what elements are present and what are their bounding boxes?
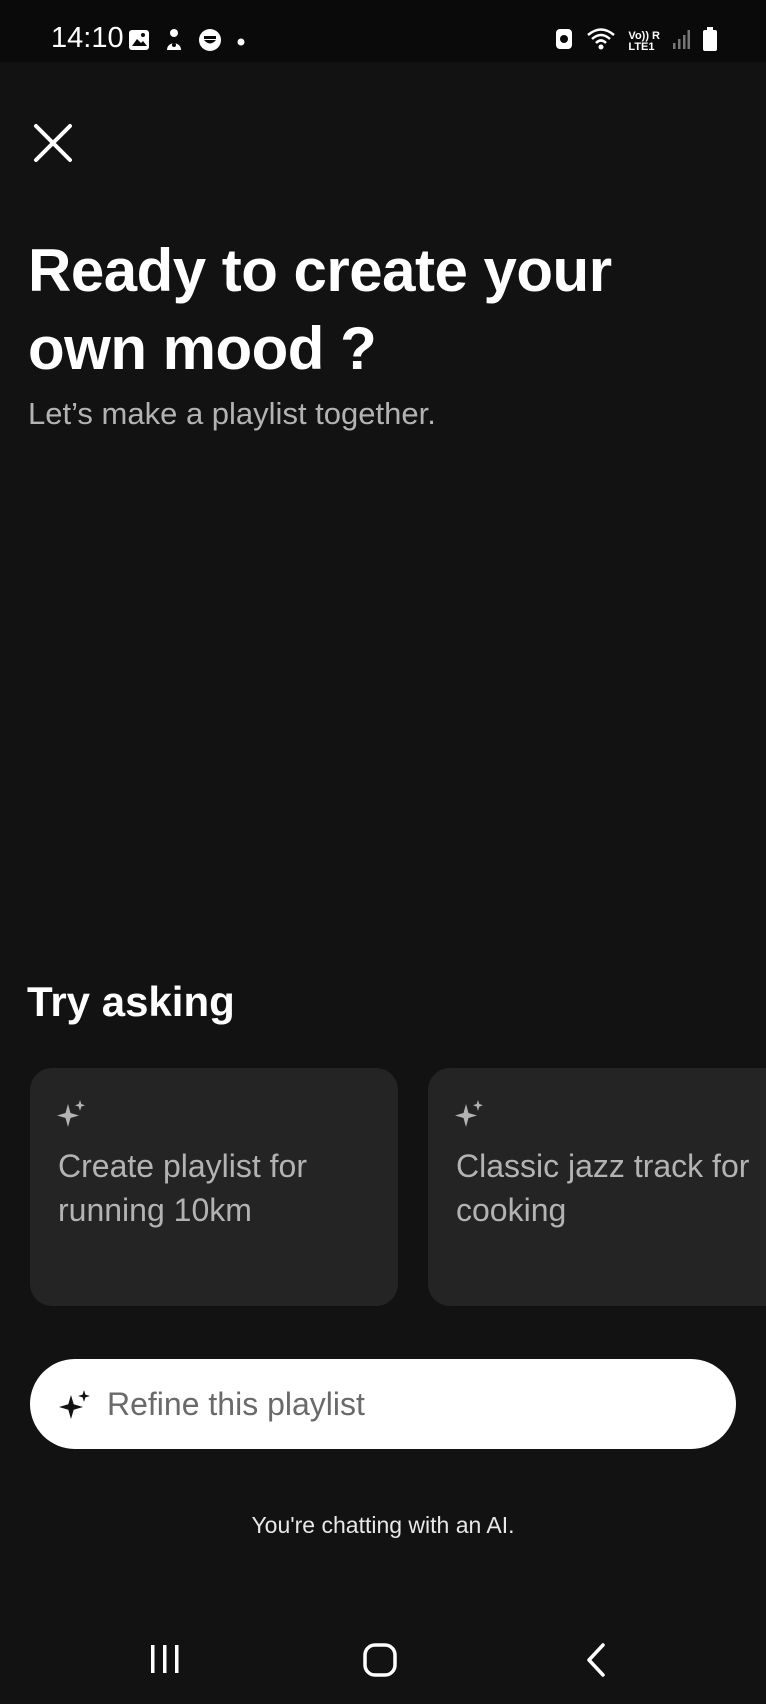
refine-placeholder: Refine this playlist [107,1386,365,1422]
suggestion-text: Create playlist for running 10km [58,1148,307,1228]
recents-icon [151,1645,179,1673]
image-icon [128,29,150,56]
alarm-icon [554,27,574,56]
status-right-icons: Vo)) R LTE1 [554,26,718,57]
person-icon [164,28,184,57]
home-button[interactable] [362,1642,398,1683]
close-icon [34,124,72,162]
suggestion-carousel[interactable]: Create playlist for running 10km Classic… [30,1068,766,1306]
ai-disclaimer: You're chatting with an AI. [251,1512,515,1538]
status-left-icons [128,28,246,57]
sparkle-icon [455,1100,483,1127]
suggestion-card[interactable]: Classic jazz track for cooking [428,1068,766,1306]
status-time: 14:10 [51,22,124,54]
suggestion-text: Classic jazz track for cooking [456,1148,750,1228]
sparkle-icon [59,1390,90,1419]
recents-button[interactable] [148,1642,182,1681]
volte-lte-icon: Vo)) R LTE1 [628,29,660,53]
page-subtitle: Let’s make a playlist together. [28,396,436,431]
dot-icon [236,34,246,52]
suggestions-title: Try asking [27,978,235,1025]
lte-label: LTE1 [628,40,655,53]
back-icon [587,1643,605,1677]
battery-icon [702,26,718,57]
status-bar: 14:10 Vo)) R LTE1 [0,0,766,62]
page-title: Ready to create your own mood ? [28,237,612,382]
back-button[interactable] [584,1642,608,1683]
home-icon [363,1643,397,1677]
sparkle-icon [57,1100,85,1127]
signal-icon [672,28,690,55]
close-button[interactable] [30,120,76,166]
system-nav-bar [0,1620,766,1704]
volte-label: Vo)) R [628,29,660,42]
screen: 14:10 Vo)) R LTE1 Ready to create your o… [0,0,766,1704]
refine-input[interactable]: Refine this playlist [30,1359,736,1449]
wifi-icon [586,27,616,56]
suggestion-card[interactable]: Create playlist for running 10km [30,1068,398,1306]
face-icon [198,28,222,57]
